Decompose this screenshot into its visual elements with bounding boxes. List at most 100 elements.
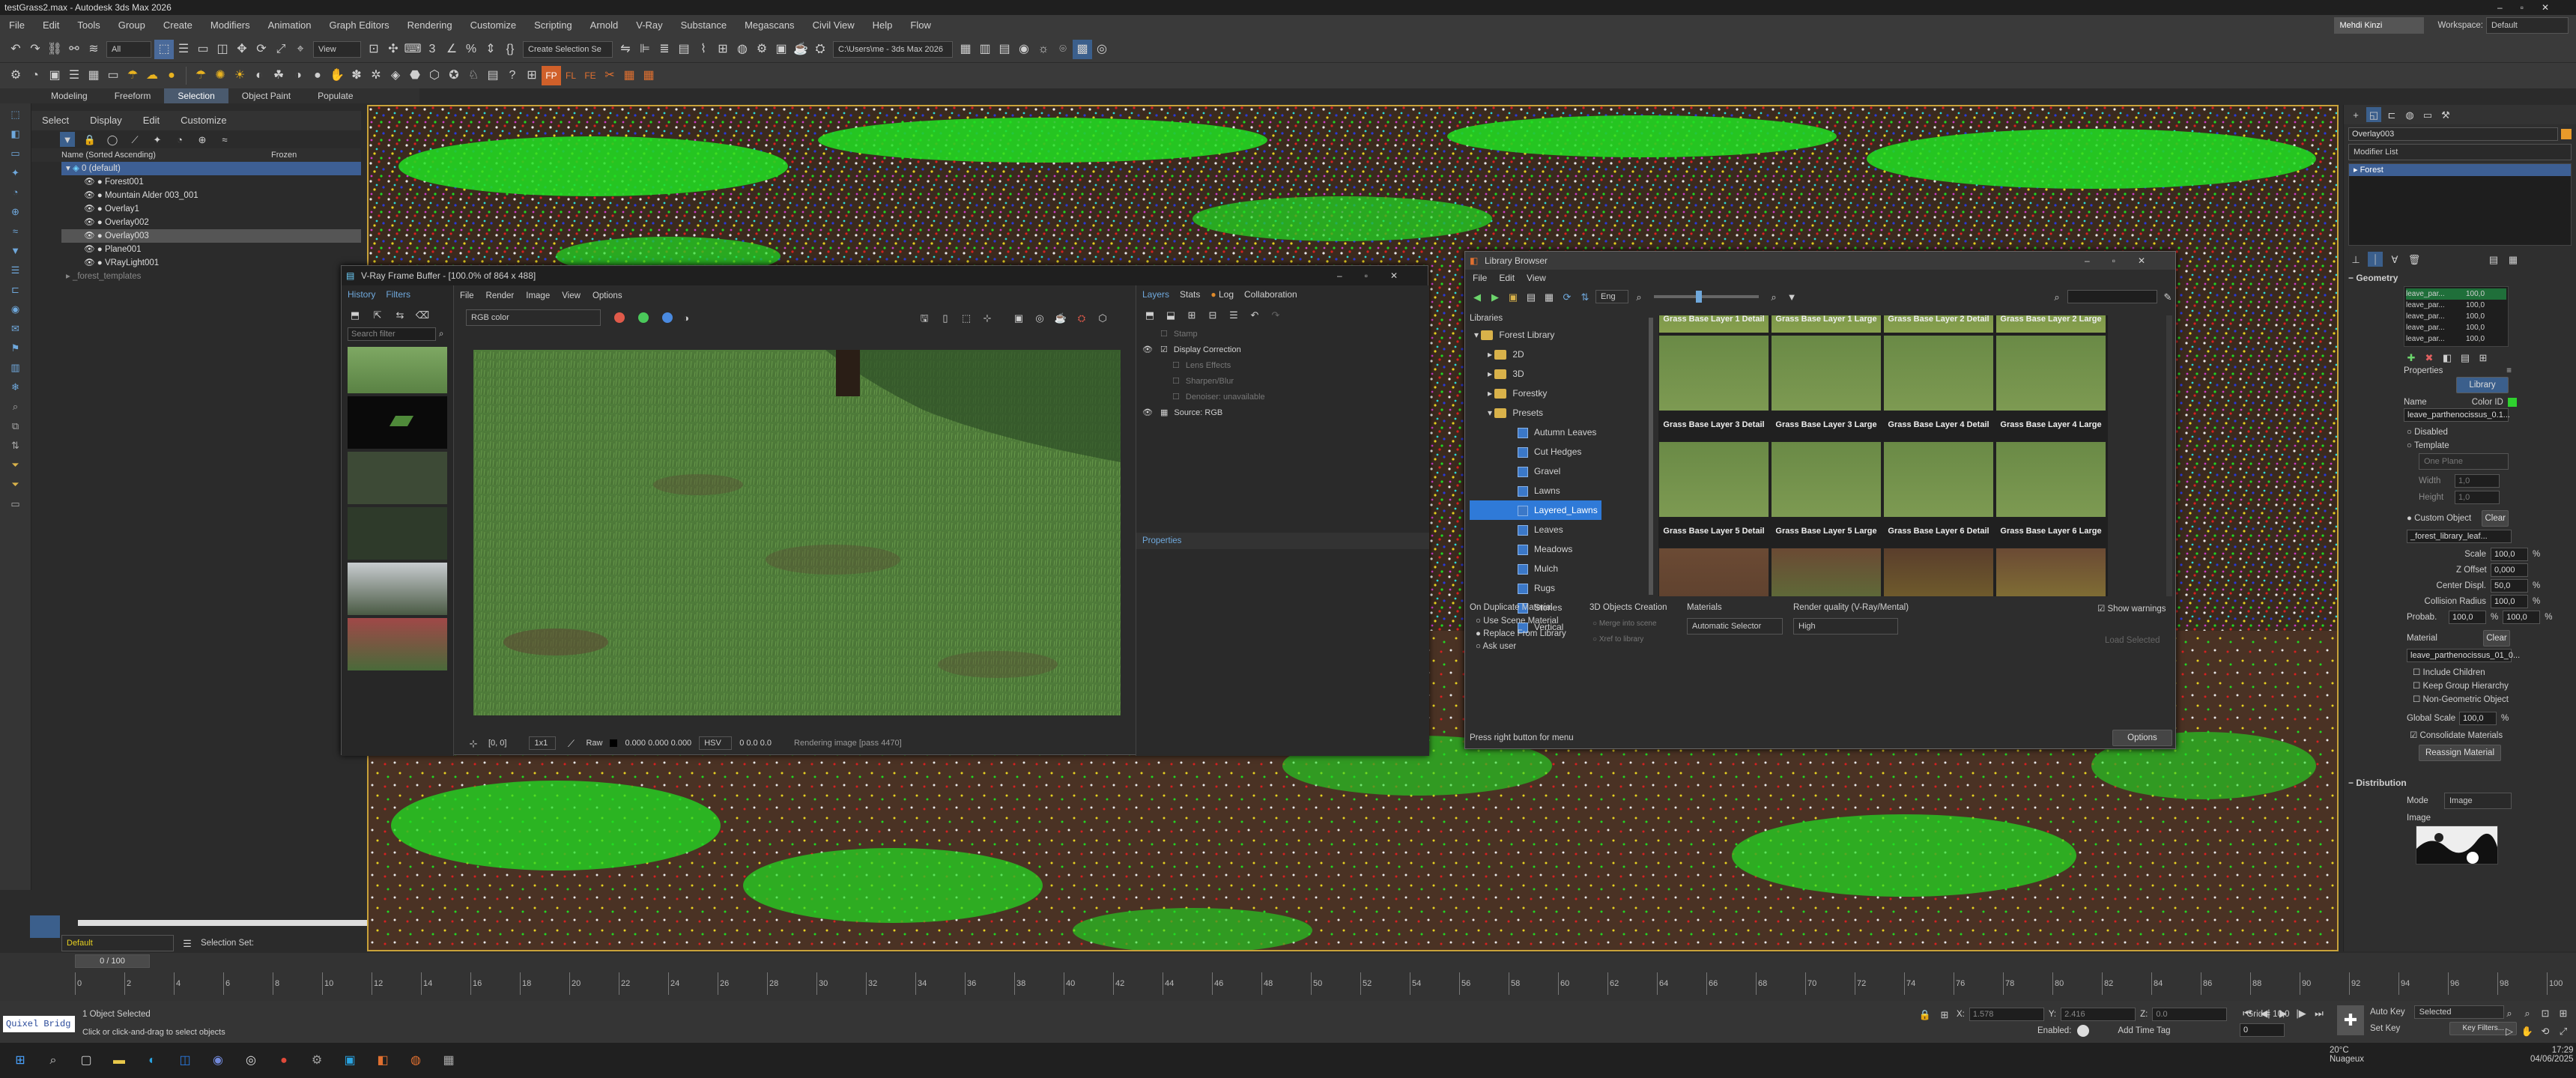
vray-enmesh-icon[interactable]: ◈ [386,66,405,85]
render-setup-icon[interactable]: ⚙ [752,40,772,59]
3dsmax-icon[interactable]: ▣ [340,1051,360,1071]
menu-edit[interactable]: Edit [133,111,170,130]
menu-customize[interactable]: Customize [461,15,525,36]
undo-icon[interactable]: ↶ [6,40,25,59]
forest-pack-icon[interactable]: FP [542,66,561,85]
layer-row[interactable]: ☐ Sharpen/Blur [1142,373,1429,389]
load-selected-button[interactable]: Load Selected [2105,636,2160,645]
template-dropdown[interactable]: One Plane [2419,453,2509,470]
select-object-icon[interactable]: ⬚ [154,39,174,59]
library-grid-scrollbar[interactable] [2166,315,2172,596]
maximize-toggle-icon[interactable]: ▩ [1073,39,1092,59]
ies-light-icon[interactable]: ☂ [191,66,210,85]
library-thumbnail[interactable] [1995,441,2106,518]
probab-pct-field[interactable]: 100,0 [2503,611,2541,624]
vray-sun-light-icon[interactable]: ☀ [230,66,249,85]
tab-collaboration[interactable]: Collaboration [1244,289,1297,300]
distribution-image[interactable] [2416,826,2498,864]
layer-row[interactable]: ☐ Denoiser: unavailable [1142,389,1429,405]
y-coord[interactable]: 2.416 [2061,1008,2136,1021]
extras-icon[interactable]: ⚑ [8,340,23,355]
edge-icon[interactable]: ◐ [142,1051,162,1071]
library-thumbnail[interactable] [1995,548,2106,596]
vray-sphere-light-icon[interactable]: ● [162,66,181,85]
rotate-icon[interactable]: ⟳ [252,40,271,59]
auto-key-button[interactable]: Auto Key [2370,1008,2405,1017]
object-color-swatch[interactable] [2561,129,2572,139]
layer-row[interactable]: ☐ Lens Effects [1142,357,1429,373]
schematic-view-icon[interactable]: ⊞ [713,40,733,59]
rect-selection-icon[interactable]: ▭ [193,40,213,59]
tree-item[interactable]: 👁 ● Overlay003 [61,229,361,243]
teapot-icon[interactable]: ⌾ [1053,40,1073,59]
tab-selection[interactable]: Selection [164,88,228,103]
user-account-dropdown[interactable]: Mehdi Kinzi [2334,17,2425,34]
menu-graph-editors[interactable]: Graph Editors [320,15,398,36]
absolute-mode-icon[interactable]: ⊞ [1937,1007,1952,1022]
viewport-layout-icon[interactable]: ▤ [995,40,1014,59]
placement-icon[interactable]: ⌖ [291,40,310,59]
vray-clipper-icon[interactable]: ⬡ [425,66,444,85]
play-icon[interactable]: ▶ [2276,1005,2291,1020]
follow-mouse-icon[interactable]: ⊹ [980,310,995,325]
keep-group-checkbox[interactable]: ☐ Keep Group Hierarchy [2344,677,2576,691]
back-icon[interactable]: ◀ [1470,289,1485,304]
material-field[interactable]: leave_parthenocissus_01_0... [2407,649,2520,662]
add-geometry-icon[interactable]: ✚ [2404,350,2419,365]
isolate-icon[interactable]: ⧉ [8,418,23,433]
display-icon[interactable]: ◉ [8,301,23,316]
tree-folder[interactable]: Meadows [1470,539,1649,559]
tree-folder[interactable]: Mulch [1470,559,1649,578]
save-image-icon[interactable]: 🖫 [917,310,932,325]
render-production-icon[interactable]: ☕ [791,40,810,59]
library-thumbnail[interactable] [1883,441,1994,518]
railclone-style-icon[interactable]: ▦ [639,66,658,85]
shape-filter-icon[interactable]: ⟋ [127,132,142,147]
tree-folder[interactable]: Rugs [1470,578,1649,598]
light-list-icon[interactable]: ✦ [8,165,23,180]
color-id-swatch[interactable] [2507,398,2517,407]
undo-layer-icon[interactable]: ↶ [1247,307,1262,322]
edit-named-sel-icon[interactable]: {} [500,40,520,59]
probab-field[interactable]: 100,0 [2449,611,2486,624]
library-thumbnail[interactable] [1883,548,1994,596]
vfb-menu-view[interactable]: View [562,291,581,300]
layer-toggle-icon[interactable]: ☰ [180,936,195,951]
tree-item[interactable]: 👁 ● Overlay002 [61,216,361,229]
time-slider-thumb[interactable]: 0 / 100 [75,954,150,968]
materials-dropdown[interactable]: Automatic Selector [1687,618,1783,635]
chrome-icon[interactable]: ● [274,1051,294,1071]
library-window-controls[interactable]: –▫✕ [2085,252,2168,270]
ambient-light-icon[interactable]: ✺ [210,66,230,85]
filter-library-icon[interactable]: ▼ [1784,289,1799,304]
vray-mesh-clipper-icon[interactable]: ✋ [327,66,347,85]
tree-folder[interactable]: Leaves [1470,520,1649,539]
tree-folder[interactable]: Gravel [1470,461,1649,481]
object-name-field[interactable]: Overlay003 [2348,127,2558,141]
pin-library-icon[interactable]: ✎ [2160,289,2175,304]
clear-custom-button[interactable]: Clear [2482,510,2509,527]
column-name[interactable]: Name (Sorted Ascending) [61,151,271,160]
container-icon[interactable]: ▥ [8,360,23,375]
camera-list-icon[interactable]: ◔ [8,184,23,199]
weather-widget[interactable]: 20°C Nuageux [2330,1046,2364,1064]
z-coord[interactable]: 0.0 [2152,1008,2228,1021]
hierarchy-tab-icon[interactable]: ⊏ [2384,107,2399,122]
library-tree-scrollbar[interactable] [1649,318,1653,595]
zoom-all-icon[interactable]: ⌕ [2520,1005,2535,1020]
toggle-scene-explorer-icon[interactable]: ▤ [674,40,694,59]
center-displ-field[interactable]: 50,0 [2491,579,2528,593]
tree-item[interactable]: 👁 ● VRayLight001 [61,256,361,270]
clear-image-icon[interactable]: ▯ [938,310,953,325]
angle-snap-icon[interactable]: ∠ [442,40,461,59]
modifier-list-dropdown[interactable]: Modifier List [2348,144,2572,160]
tab-stats[interactable]: Stats [1180,289,1200,300]
tree-folder[interactable]: Lawns [1470,481,1649,500]
orbit-icon[interactable]: ⟲ [2538,1023,2553,1038]
pick-pixel-icon[interactable]: ⊹ [466,736,481,751]
enabled-toggle[interactable] [2077,1025,2090,1037]
tab-filters[interactable]: Filters [386,289,410,300]
file-explorer-icon[interactable]: ▬ [109,1051,129,1071]
options-button[interactable]: Options [2112,730,2172,746]
vray-plane-icon[interactable]: ◑ [288,66,308,85]
